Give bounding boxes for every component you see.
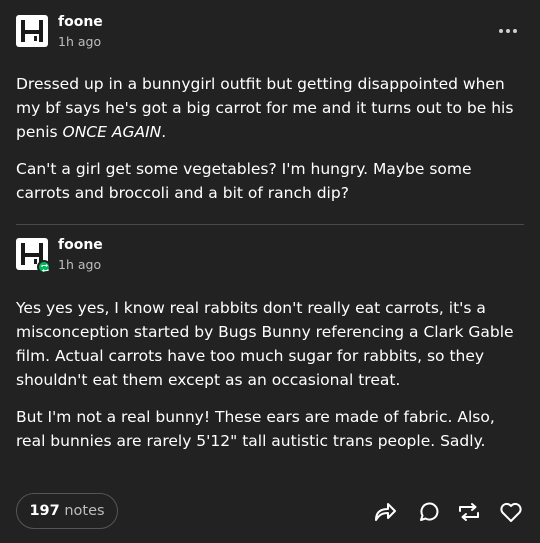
post-footer: 197 notes	[16, 493, 524, 529]
like-button[interactable]	[498, 499, 524, 525]
reblog-paragraph-2: But I'm not a real bunny! These ears are…	[16, 408, 495, 450]
heart-icon	[500, 502, 522, 522]
reblog-body: Yes yes yes, I know real rabbits don't r…	[16, 296, 526, 453]
post-header: foone 1h ago	[16, 14, 524, 51]
username[interactable]: foone	[58, 237, 103, 253]
original-post-paragraph-1: Dressed up in a bunnygirl outfit but get…	[16, 75, 514, 141]
original-post-paragraph-2: Can't a girl get some vegetables? I'm hu…	[16, 160, 472, 202]
notes-button[interactable]: 197 notes	[16, 493, 118, 529]
floppy-disk-icon	[21, 20, 43, 42]
more-horizontal-icon	[499, 29, 517, 33]
reblog-badge-icon	[37, 260, 51, 274]
reblog-button[interactable]	[456, 499, 482, 525]
reply-button[interactable]	[416, 499, 442, 525]
reblog-header: foone 1h ago	[16, 237, 524, 274]
notes-label: notes	[64, 503, 105, 519]
reply-bubble-icon	[420, 502, 439, 521]
notes-count: 197	[29, 503, 60, 519]
avatar[interactable]	[16, 15, 48, 47]
reblog-icon	[459, 503, 479, 521]
share-button[interactable]	[372, 499, 398, 525]
emphasis-text: ONCE AGAIN	[62, 123, 162, 141]
timestamp[interactable]: 1h ago	[58, 257, 101, 272]
post-card: foone 1h ago Dressed up in a bunnygirl o…	[0, 0, 540, 543]
divider	[16, 224, 524, 225]
username[interactable]: foone	[58, 14, 103, 30]
timestamp[interactable]: 1h ago	[58, 34, 101, 49]
share-icon	[375, 503, 396, 521]
reblog-paragraph-1: Yes yes yes, I know real rabbits don't r…	[16, 299, 514, 389]
original-post-body: Dressed up in a bunnygirl outfit but get…	[16, 72, 526, 205]
more-options-button[interactable]	[496, 23, 520, 39]
